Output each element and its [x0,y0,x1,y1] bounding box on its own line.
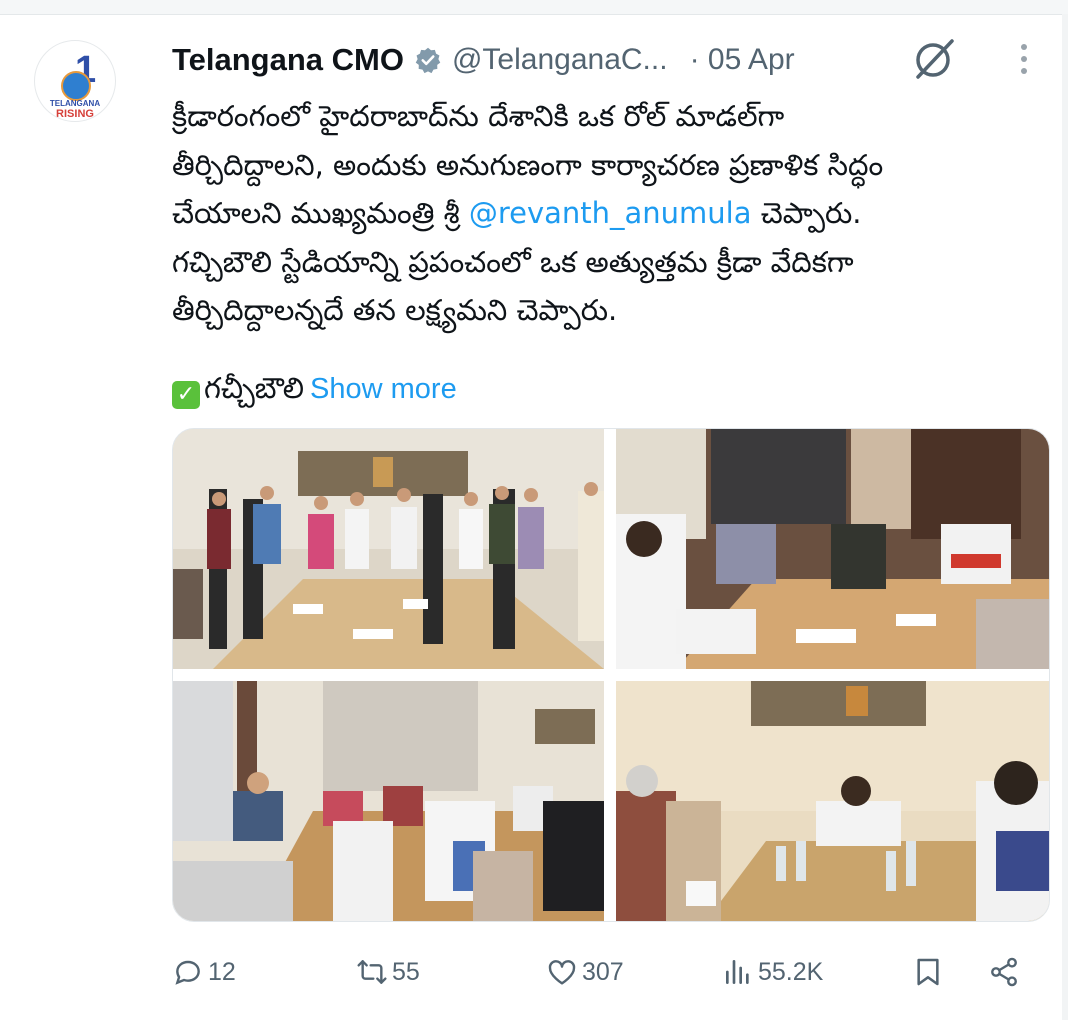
handle[interactable]: @TelanganaC... [452,43,668,77]
timestamp[interactable]: · 05 Apr [690,43,795,77]
tweet-line: గచ్చిబౌలి స్టేడియాన్ని ప్రపంచంలో ఒక అత్య… [172,244,854,279]
check-mark-icon: ✓ [172,381,200,409]
photo-4[interactable] [616,681,1049,921]
share-icon [991,957,1017,987]
display-name[interactable]: Telangana CMO [172,42,404,78]
repost-button[interactable]: 55 [356,950,420,994]
bookmark-icon [917,958,939,986]
media-grid [172,428,1050,922]
like-button[interactable]: 307 [546,950,624,994]
tweet-text: క్రీడారంగంలో హైదరాబాద్‌ను దేశానికి ఒక రో… [172,92,1022,335]
verified-badge-icon[interactable] [414,46,442,74]
avatar[interactable]: 1 TELANGANA RISING [34,40,116,122]
more-options-icon[interactable] [1012,44,1036,80]
views-button[interactable]: 55.2K [722,950,823,994]
share-button[interactable] [988,950,1024,994]
reply-button[interactable]: 12 [172,950,236,994]
tweet-line: తీర్చిదిద్దాలన్నదే తన లక్ష్యమని చెప్పారు… [172,293,618,327]
like-icon [548,960,576,985]
photo-3[interactable] [173,681,604,921]
avatar-logo-line1: TELANGANA [49,99,101,108]
bookmark-button[interactable] [912,950,948,994]
reply-icon [175,960,200,985]
view-count: 55.2K [758,957,824,986]
tweet-line: క్రీడారంగంలో హైదరాబాద్‌ను దేశానికి ఒక రో… [172,99,785,133]
grok-icon[interactable] [908,35,958,85]
repost-count: 55 [392,957,420,986]
reply-count: 12 [208,957,236,986]
tweet-line-part: తీర్చిదిద్దాలని, అందుకు అనుగుణంగా కార్యా… [172,147,884,182]
mention-link[interactable]: @revanth_anumula [469,196,752,230]
top-divider [0,0,1068,15]
scroll-edge [1062,14,1068,1020]
tweet-line: చేయాలని ముఖ్యమంత్రి శ్రీ @revanth_anumul… [172,189,1022,238]
photo-2[interactable] [616,429,1049,669]
show-more-link[interactable]: Show more [310,373,457,405]
avatar-logo-emblem [61,71,91,101]
like-count: 307 [582,957,624,986]
tweet-line-part: చేయాలని ముఖ్యమంత్రి శ్రీ [172,196,469,230]
tweet-line: తీర్చిదిద్దాలని, అందుకు అనుగుణంగా కార్యా… [172,141,1022,190]
tweet-extra-line: ✓ గచ్చీబౌలి Show more [172,366,457,411]
tweet-actions: 12 55 307 55.2K [0,950,1068,994]
tweet-line-part: చెప్పారు. [751,196,862,230]
location-text: గచ్చీబౌలి [204,371,305,405]
repost-icon [357,960,387,984]
tweet-header: Telangana CMO @TelanganaC... · 05 Apr [172,38,972,82]
avatar-logo-line2: RISING [56,108,94,120]
views-icon [726,960,749,984]
photo-1[interactable] [173,429,604,669]
